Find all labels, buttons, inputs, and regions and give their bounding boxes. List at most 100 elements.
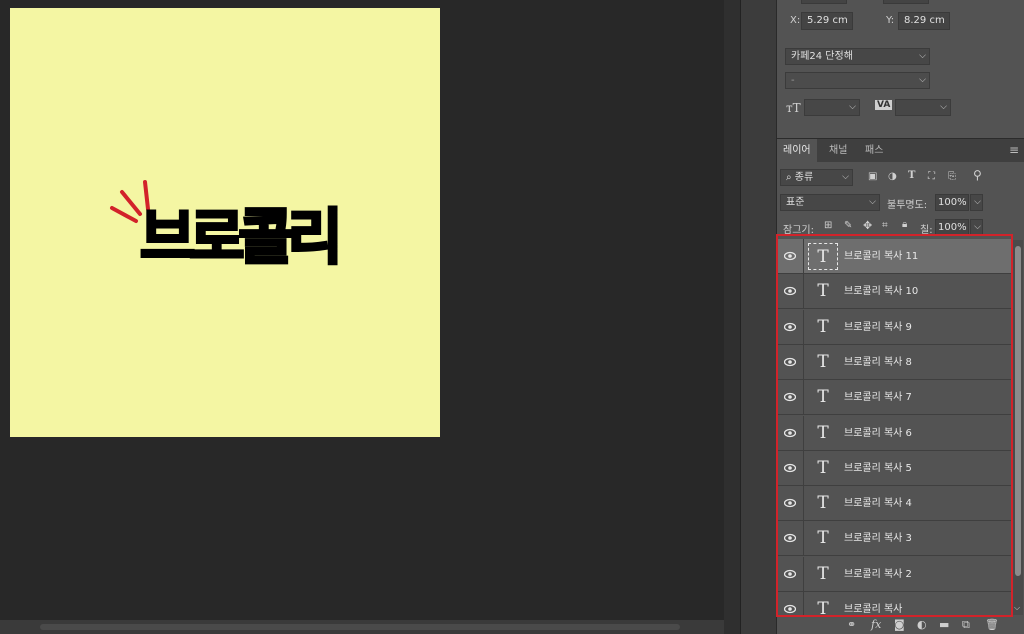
tab-channels[interactable]: 채널 xyxy=(823,139,853,163)
layer-row[interactable]: T 브로콜리 복사 8 xyxy=(778,344,1011,380)
type-layer-thumbnail-icon[interactable]: T xyxy=(808,314,838,341)
fx-icon[interactable]: fx xyxy=(871,618,881,631)
font-style-dropdown[interactable]: - ⌵ xyxy=(785,72,930,89)
adjustment-filter-icon[interactable]: ◑ xyxy=(888,171,897,182)
chevron-down-icon: ⌵ xyxy=(919,75,926,85)
visibility-eye-icon[interactable] xyxy=(784,250,796,262)
lock-paint-icon[interactable]: ✎ xyxy=(844,220,852,231)
layer-row[interactable]: T 브로콜리 복사 5 xyxy=(778,450,1011,486)
lock-all-icon[interactable]: 🔒︎ xyxy=(902,219,907,230)
layer-row[interactable]: T 브로콜리 복사 6 xyxy=(778,415,1011,451)
font-family-value: 카페24 단정해 xyxy=(791,51,853,62)
layer-name[interactable]: 브로콜리 복사 4 xyxy=(844,486,912,521)
layer-divider xyxy=(803,486,804,522)
visibility-eye-icon[interactable] xyxy=(784,603,796,615)
panel-divider xyxy=(724,0,740,634)
pixel-filter-icon[interactable]: ▣ xyxy=(868,171,877,182)
tab-layers[interactable]: 레이어 xyxy=(777,139,817,163)
layer-row[interactable]: T 브로콜리 복사 2 xyxy=(778,556,1011,592)
x-label: X: xyxy=(790,15,801,26)
layer-name[interactable]: 브로콜리 복사 7 xyxy=(844,380,912,415)
layer-divider xyxy=(803,450,804,486)
document-canvas[interactable]: 브로콜리 xyxy=(0,0,724,620)
scroll-down-icon[interactable]: ⌵ xyxy=(1014,603,1020,613)
layer-row[interactable]: T 브로콜리 복사 9 xyxy=(778,309,1011,345)
lock-position-icon[interactable]: ✥ xyxy=(863,219,872,232)
layer-divider xyxy=(803,380,804,416)
chevron-down-icon: ⌵ xyxy=(974,222,981,232)
type-layer-thumbnail-icon[interactable]: T xyxy=(808,525,838,552)
artboard[interactable]: 브로콜리 xyxy=(10,8,440,437)
shape-filter-icon[interactable]: ⛶ xyxy=(928,171,935,182)
type-layer-thumbnail-icon[interactable]: T xyxy=(808,455,838,482)
smart-object-filter-icon[interactable]: ⎘ xyxy=(948,171,956,182)
visibility-eye-icon[interactable] xyxy=(784,568,796,580)
filter-toggle-icon[interactable]: ⚲ xyxy=(973,168,982,182)
headline-text[interactable]: 브로콜리 xyxy=(139,207,345,270)
opacity-dropdown[interactable]: ⌵ xyxy=(970,194,983,211)
layers-scroll-thumb[interactable] xyxy=(1015,246,1021,576)
chevron-down-icon: ⌵ xyxy=(842,172,849,182)
type-layer-thumbnail-icon[interactable]: T xyxy=(808,596,838,615)
type-layer-thumbnail-icon[interactable]: T xyxy=(808,243,838,270)
trash-icon[interactable]: 🗑︎ xyxy=(985,618,999,631)
type-filter-icon[interactable]: T xyxy=(908,170,915,181)
font-size-icon: ᴛT xyxy=(786,101,801,115)
layer-row[interactable]: T 브로콜리 복사 11 xyxy=(778,239,1011,274)
layer-divider xyxy=(803,415,804,451)
layer-row[interactable]: T 브로콜리 복사 10 xyxy=(778,274,1011,310)
type-layer-thumbnail-icon[interactable]: T xyxy=(808,384,838,411)
layer-name[interactable]: 브로콜리 복사 8 xyxy=(844,345,912,380)
layer-name[interactable]: 브로콜리 복사 5 xyxy=(844,451,912,486)
opacity-field[interactable]: 100% xyxy=(935,194,969,211)
font-size-dropdown[interactable]: ⌵ xyxy=(804,99,860,116)
visibility-eye-icon[interactable] xyxy=(784,321,796,333)
type-layer-thumbnail-icon[interactable]: T xyxy=(808,561,838,588)
layer-row[interactable]: T 브로콜리 복사 xyxy=(778,592,1011,615)
layer-name[interactable]: 브로콜리 복사 2 xyxy=(844,557,912,592)
adjustment-icon[interactable]: ◐ xyxy=(917,618,927,631)
type-layer-thumbnail-icon[interactable]: T xyxy=(808,349,838,376)
x-position-field[interactable]: 5.29 cm xyxy=(801,12,853,30)
layer-filter-dropdown[interactable]: ⌕ 종류 ⌵ xyxy=(780,169,853,186)
layer-name[interactable]: 브로콜리 복사 xyxy=(844,592,902,615)
layers-scrollbar[interactable]: ⌵ xyxy=(1013,240,1023,615)
lock-artboard-icon[interactable]: ⌗ xyxy=(882,220,888,231)
layer-row[interactable]: T 브로콜리 복사 4 xyxy=(778,486,1011,522)
type-layer-thumbnail-icon[interactable]: T xyxy=(808,490,838,517)
blend-mode-dropdown[interactable]: 표준 ⌵ xyxy=(780,194,880,211)
blend-mode-value: 표준 xyxy=(786,197,805,208)
tab-paths[interactable]: 패스 xyxy=(859,139,889,163)
layer-name[interactable]: 브로콜리 복사 11 xyxy=(844,239,918,274)
visibility-eye-icon[interactable] xyxy=(784,497,796,509)
font-family-dropdown[interactable]: 카페24 단정해 ⌵ xyxy=(785,48,930,65)
mask-icon[interactable]: ◙ xyxy=(894,618,905,631)
visibility-eye-icon[interactable] xyxy=(784,285,796,297)
layer-name[interactable]: 브로콜리 복사 3 xyxy=(844,521,912,556)
visibility-eye-icon[interactable] xyxy=(784,356,796,368)
horizontal-scrollbar[interactable] xyxy=(0,620,724,634)
collapsed-panel-dock xyxy=(740,0,776,634)
layer-name[interactable]: 브로콜리 복사 9 xyxy=(844,310,912,345)
layer-row[interactable]: T 브로콜리 복사 3 xyxy=(778,521,1011,557)
new-layer-icon[interactable]: ⧉ xyxy=(962,618,970,632)
folder-icon[interactable]: ▬ xyxy=(939,618,949,631)
type-layer-thumbnail-icon[interactable]: T xyxy=(808,420,838,447)
layer-name[interactable]: 브로콜리 복사 10 xyxy=(844,274,918,309)
visibility-eye-icon[interactable] xyxy=(784,391,796,403)
panel-menu-icon[interactable]: ≡ xyxy=(1009,143,1019,157)
link-icon[interactable]: ⚭ xyxy=(847,618,856,631)
visibility-eye-icon[interactable] xyxy=(784,532,796,544)
lock-transparency-icon[interactable]: ⊞ xyxy=(824,220,832,231)
type-layer-thumbnail-icon[interactable]: T xyxy=(808,278,838,305)
tracking-icon: VA xyxy=(875,100,893,110)
layer-divider xyxy=(803,309,804,345)
layer-divider xyxy=(803,521,804,557)
visibility-eye-icon[interactable] xyxy=(784,427,796,439)
y-position-field[interactable]: 8.29 cm xyxy=(898,12,950,30)
layer-row[interactable]: T 브로콜리 복사 7 xyxy=(778,380,1011,416)
visibility-eye-icon[interactable] xyxy=(784,462,796,474)
tracking-dropdown[interactable]: ⌵ xyxy=(895,99,951,116)
layer-name[interactable]: 브로콜리 복사 6 xyxy=(844,416,912,451)
horizontal-scroll-thumb[interactable] xyxy=(40,624,680,630)
